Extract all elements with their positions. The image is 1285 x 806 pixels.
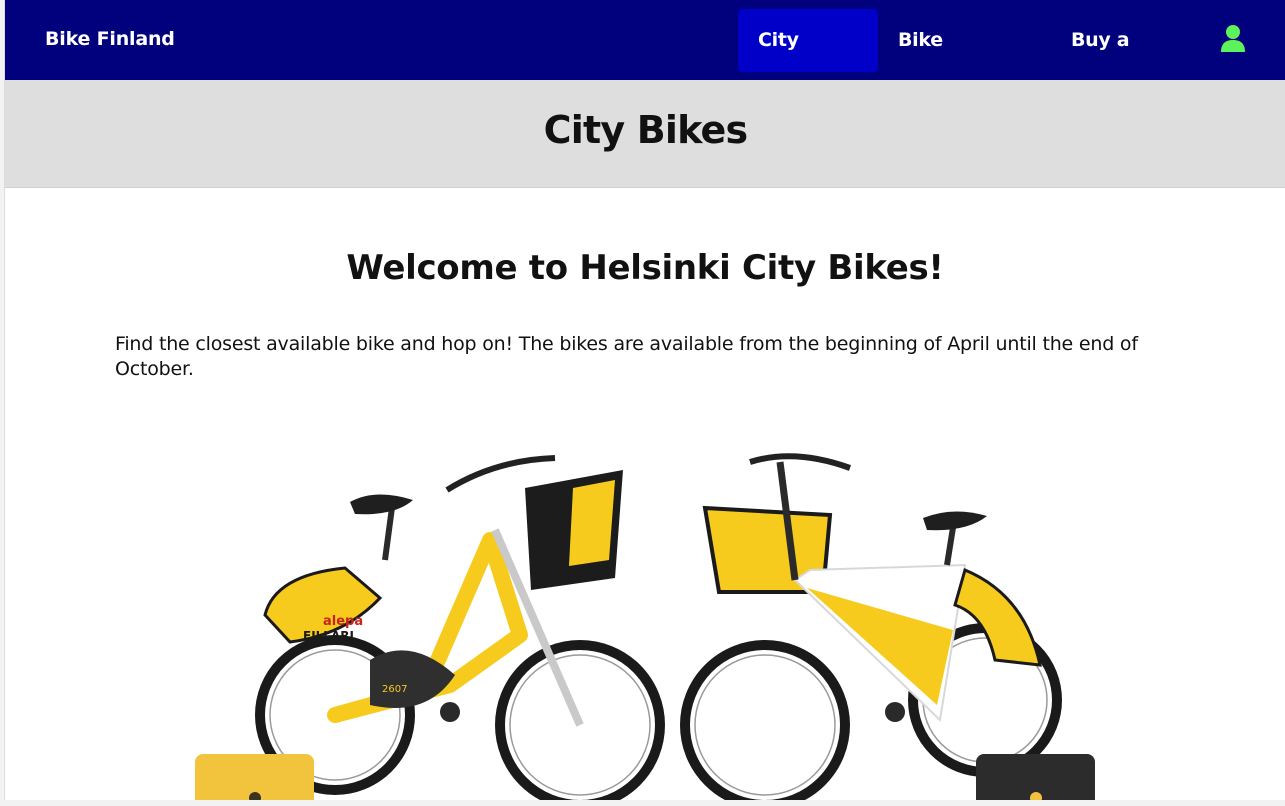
intro-paragraph: Find the closest available bike and hop … (115, 333, 1138, 380)
yellow-bike: alepa FILLARI 2607 (255, 455, 665, 800)
top-navbar: Bike Finland City Bikes Bike Stations Bu… (5, 0, 1285, 114)
white-bike (680, 453, 1062, 800)
slide-tab-dark[interactable] (976, 754, 1095, 800)
tab-dot-icon (1030, 792, 1042, 800)
bike-number: 2607 (382, 684, 407, 695)
user-icon[interactable] (1219, 24, 1247, 54)
city-bikes-image: alepa FILLARI 2607 (255, 453, 1062, 800)
page-header: City Bikes (5, 80, 1285, 188)
app-frame: Bike Finland City Bikes Bike Stations Bu… (4, 0, 1285, 800)
nav-bike-stations[interactable]: Bike Stations (878, 9, 1031, 114)
slide-tab-yellow[interactable] (195, 754, 314, 800)
welcome-heading: Welcome to Helsinki City Bikes! (346, 248, 944, 288)
bike-logo-name: FILLARI (303, 629, 354, 643)
bike-logo-brand: alepa (323, 614, 363, 629)
tab-dot-icon (249, 792, 261, 800)
nav-buy-a-pass[interactable]: Buy a Pass (1051, 9, 1195, 114)
brand-link[interactable]: Bike Finland (45, 28, 175, 50)
page-title: City Bikes (543, 108, 749, 152)
nav-city-bikes[interactable]: City Bikes (738, 9, 878, 114)
